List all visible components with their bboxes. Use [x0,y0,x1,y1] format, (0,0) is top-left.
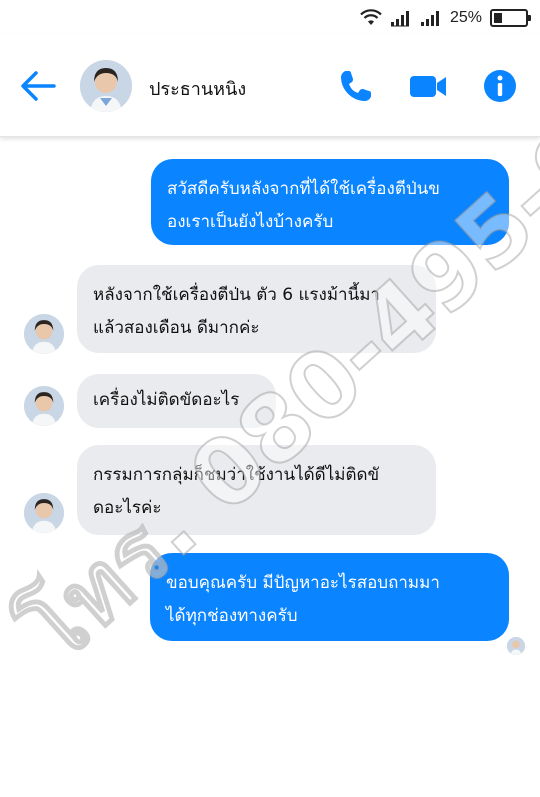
conversation-header: ประธานหนิง [0,34,540,137]
message-list[interactable]: สวัสดีครับหลังจากที่ได้ใช้เครื่องตีป่นข … [0,137,540,797]
back-arrow-icon[interactable] [18,70,58,102]
cell-signal-icon [390,11,409,27]
battery-icon [490,9,531,27]
message-bubble-incoming[interactable]: หลังจากใช้เครื่องตีป่น ตัว 6 แรงม้านี้มา… [77,265,436,353]
video-camera-icon[interactable] [408,68,448,104]
contact-avatar[interactable] [80,60,132,112]
contact-name[interactable]: ประธานหนิง [149,74,246,103]
phone-icon[interactable] [338,68,374,104]
wifi-icon [360,9,382,25]
seen-indicator-avatar [507,637,525,655]
sender-avatar[interactable] [24,314,64,354]
status-bar: 25% [0,0,540,34]
info-icon[interactable] [482,68,518,104]
message-bubble-incoming[interactable]: กรรมการกลุ่มก็ชมว่าใช้งานได้ดีไม่ติดขั ด… [77,445,436,535]
sender-avatar[interactable] [24,493,64,533]
message-bubble-outgoing[interactable]: ขอบคุณครับ มีปัญหาอะไรสอบถามมา ได้ทุกช่อ… [150,553,509,641]
cell-signal-icon-2 [420,11,439,26]
message-bubble-incoming[interactable]: เครื่องไม่ติดขัดอะไร [77,374,276,428]
message-bubble-outgoing[interactable]: สวัสดีครับหลังจากที่ได้ใช้เครื่องตีป่นข … [151,159,509,245]
sender-avatar[interactable] [24,386,64,426]
chat-screen: 25% ประธานหนิง สวัสดีครับหลังจากที่ได้ใช… [0,0,540,797]
battery-level [494,13,502,23]
battery-percent: 25% [449,9,482,26]
